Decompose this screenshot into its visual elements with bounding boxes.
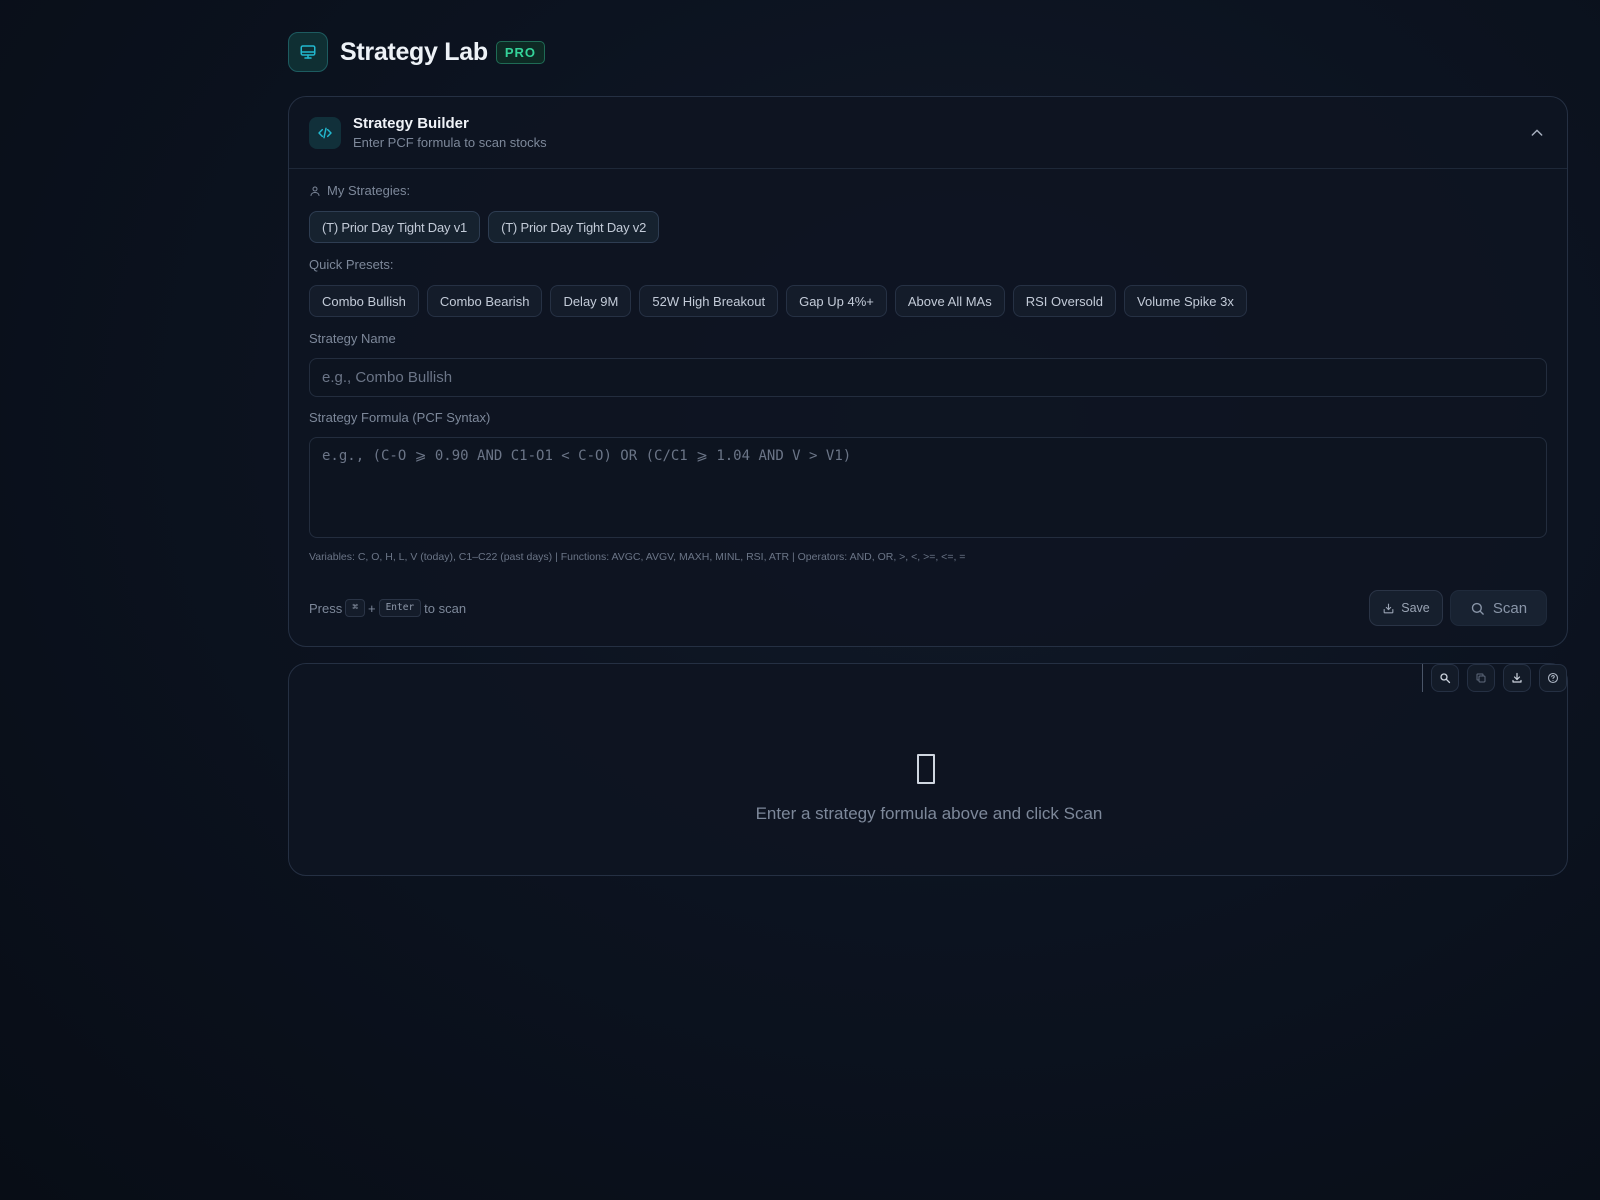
syntax-help-text: Variables: C, O, H, L, V (today), C1–C22… — [309, 551, 966, 563]
save-button[interactable]: Save — [1369, 590, 1443, 626]
search-icon[interactable] — [1431, 664, 1459, 692]
strategy-name-label: Strategy Name — [309, 331, 396, 346]
preset-chip[interactable]: RSI Oversold — [1012, 285, 1117, 317]
builder-subtitle: Enter PCF formula to scan stocks — [353, 134, 547, 150]
scan-button-label: Scan — [1492, 599, 1528, 617]
keyboard-shortcut-hint: Press ⌘ + Enter to scan — [309, 599, 467, 617]
preset-chip[interactable]: Gap Up 4%+ — [786, 285, 887, 317]
my-strategies-list: (T) Prior Day Tight Day v1 (T) Prior Day… — [309, 211, 660, 243]
save-button-label: Save — [1401, 601, 1430, 615]
preset-chip[interactable]: Combo Bullish — [309, 285, 419, 317]
app-header: Strategy Lab PRO — [288, 32, 546, 72]
download-icon[interactable] — [1503, 664, 1531, 692]
save-icon — [1382, 602, 1395, 615]
preset-chip[interactable]: Volume Spike 3x — [1124, 285, 1247, 317]
strategy-formula-input[interactable] — [309, 437, 1547, 538]
strategy-builder-card: Strategy Builder Enter PCF formula to sc… — [288, 96, 1568, 647]
enter-key: Enter — [378, 599, 422, 617]
empty-state-icon — [917, 754, 935, 784]
scan-button[interactable]: Scan — [1450, 590, 1547, 626]
my-strategy-chip[interactable]: (T) Prior Day Tight Day v2 — [488, 211, 660, 243]
copy-icon[interactable] — [1467, 664, 1495, 692]
builder-title: Strategy Builder — [353, 114, 469, 132]
toolbar-divider — [1422, 664, 1423, 692]
preset-chip[interactable]: Above All MAs — [894, 285, 1005, 317]
code-icon — [309, 116, 341, 149]
results-card: Enter a strategy formula above and click… — [288, 663, 1568, 876]
preset-chip[interactable]: 52W High Breakout — [639, 285, 779, 317]
strategy-builder-header[interactable]: Strategy Builder Enter PCF formula to sc… — [289, 97, 1567, 169]
pro-badge: PRO — [495, 40, 546, 64]
search-icon — [1470, 601, 1485, 616]
app-title: Strategy Lab — [340, 37, 488, 66]
preset-chip[interactable]: Delay 9M — [550, 285, 632, 317]
my-strategy-chip[interactable]: (T) Prior Day Tight Day v1 — [309, 211, 481, 243]
user-icon — [309, 185, 321, 197]
results-toolbar — [1422, 664, 1567, 692]
strategy-formula-label: Strategy Formula (PCF Syntax) — [309, 410, 491, 425]
my-strategies-label: My Strategies: — [309, 183, 410, 198]
quick-presets-label: Quick Presets: — [309, 257, 394, 272]
help-icon[interactable] — [1539, 664, 1567, 692]
quick-presets-list: Combo Bullish Combo Bearish Delay 9M 52W… — [309, 285, 1247, 317]
strategy-name-input[interactable] — [309, 358, 1547, 397]
monitor-icon — [288, 32, 328, 72]
preset-chip[interactable]: Combo Bearish — [426, 285, 543, 317]
empty-state-message: Enter a strategy formula above and click… — [755, 804, 1103, 823]
chevron-up-icon[interactable] — [1527, 123, 1547, 143]
command-key: ⌘ — [345, 599, 365, 617]
